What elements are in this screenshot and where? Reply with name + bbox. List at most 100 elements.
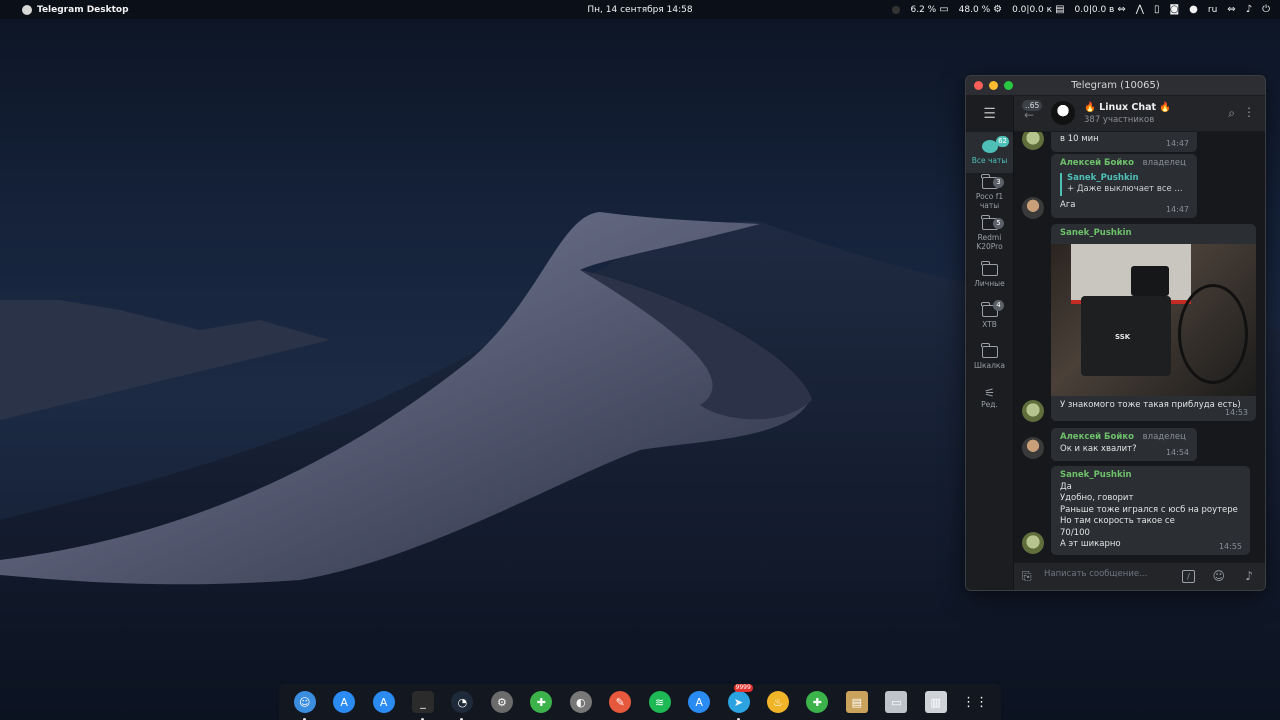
top-menu-bar: Telegram Desktop Пн, 14 сентября 14:58 6… xyxy=(0,0,1280,19)
folder-label: Личные xyxy=(974,278,1005,288)
message-time: 14:55 xyxy=(1218,541,1242,551)
dock-settings-icon[interactable]: ⚙ xyxy=(490,691,513,713)
gamepad-icon[interactable]: ● xyxy=(1189,4,1198,15)
arrow-up-icon[interactable]: ⋀ xyxy=(1136,4,1144,15)
camera-icon[interactable]: ◙ xyxy=(1169,4,1179,15)
message-bubble[interactable]: Sanek_Pushkin Да Удобно, говорит Раньше … xyxy=(1051,466,1250,555)
dock-spotify-icon[interactable]: ≋ xyxy=(648,691,671,713)
message-bubble[interactable]: Алексей Бойко владелец Sanek_Pushkin + Д… xyxy=(1051,154,1197,218)
author-role: владелец xyxy=(1142,158,1186,168)
folder-redmi-k20pro[interactable]: 5 Redmi K20Pro xyxy=(966,214,1013,255)
chat-name: 🔥 Linux Chat 🔥 xyxy=(1084,102,1172,113)
chat-avatar[interactable] xyxy=(1051,101,1075,125)
language-indicator[interactable]: ru xyxy=(1208,5,1217,15)
network-arrows-icon[interactable]: ⇔ xyxy=(1227,4,1235,15)
avatar[interactable] xyxy=(1022,532,1044,554)
message-author[interactable]: Sanek_Pushkin xyxy=(1060,470,1241,482)
message-author[interactable]: Алексей Бойко xyxy=(1060,432,1134,442)
message-line: А эт шикарно xyxy=(1060,539,1121,549)
paperclip-icon[interactable]: ⎘ xyxy=(1022,569,1032,584)
message-list[interactable]: в 10 мин 14:47 Алексей Бойко владелец Sa… xyxy=(1014,132,1265,562)
message-author-line: Алексей Бойко владелец xyxy=(1060,432,1188,444)
link-icon: ⇔ xyxy=(1117,3,1126,15)
network-value-2: 0.0|0.0 в xyxy=(1074,4,1115,15)
folder-icon xyxy=(981,342,998,358)
photo-dock-small xyxy=(1131,265,1169,296)
folder-shkalka[interactable]: Шкалка xyxy=(966,337,1013,378)
dock-monitor-icon[interactable]: ◔ xyxy=(451,691,474,720)
reply-text: + Даже выключает все ... xyxy=(1067,184,1183,194)
message-time: 14:47 xyxy=(1165,204,1189,214)
folders-sidebar: ☰ 62 Все чаты 3 Poco f1 чаты 5 Redmi K20… xyxy=(966,96,1014,590)
message-time: 14:53 xyxy=(1224,407,1248,417)
reply-quote[interactable]: Sanek_Pushkin + Даже выключает все ... xyxy=(1060,172,1188,196)
bot-commands-icon[interactable]: / xyxy=(1182,570,1195,583)
network-indicator-2[interactable]: 0.0|0.0 в ⇔ xyxy=(1074,3,1126,15)
dock-pencil-icon[interactable]: ✎ xyxy=(609,691,632,713)
microphone-icon[interactable]: ♪ xyxy=(1246,4,1252,15)
chat-members-count: 387 участников xyxy=(1084,115,1155,125)
message-author-line: Алексей Бойко владелец xyxy=(1060,158,1188,170)
power-icon[interactable]: ⏻ xyxy=(1262,4,1270,15)
folder-personal[interactable]: Личные xyxy=(966,255,1013,296)
clock[interactable]: Пн, 14 сентября 14:58 xyxy=(587,5,692,15)
dock-editor-icon[interactable]: ▤ xyxy=(845,691,868,713)
folder-all-chats[interactable]: 62 Все чаты xyxy=(966,132,1013,173)
active-app-menu[interactable]: Telegram Desktop xyxy=(22,4,129,15)
dock-disk-icon[interactable]: ▭ xyxy=(885,691,908,713)
monitor-icon: ▭ xyxy=(939,3,949,15)
memory-indicator[interactable]: 48.0 % ⚙ xyxy=(959,4,1002,15)
reply-author: Sanek_Pushkin xyxy=(1067,172,1139,183)
emoji-icon[interactable]: ☺ xyxy=(1212,569,1225,583)
cpu-indicator[interactable]: 6.2 % ▭ xyxy=(910,3,949,15)
dock-puzzle-2-icon[interactable]: ✚ xyxy=(806,691,829,713)
dock-bulb-icon[interactable]: ♨ xyxy=(766,691,789,713)
folder-poco-f1[interactable]: 3 Poco f1 чаты xyxy=(966,173,1013,214)
network-indicator-1[interactable]: 0.0|0.0 к ▤ xyxy=(1012,4,1064,15)
dock-telegram-icon[interactable]: ➤ 9999 xyxy=(727,684,753,720)
message-bubble[interactable]: Алексей Бойко владелец Ок и как хвалит? … xyxy=(1051,428,1197,461)
chat-header: ..65 ← 🔥 Linux Chat 🔥 387 участников ⌕ ⋮ xyxy=(1014,96,1265,132)
message-author[interactable]: Sanek_Pushkin xyxy=(1060,228,1247,240)
folder-badge: 5 xyxy=(993,218,1004,229)
message-bubble[interactable]: Sanek_Pushkin SSK У знакомого тоже такая… xyxy=(1051,224,1256,421)
folder-label: XTB xyxy=(982,319,997,329)
message-input[interactable] xyxy=(1044,569,1174,579)
folder-badge: 62 xyxy=(996,136,1009,147)
clipboard-icon[interactable]: ▯ xyxy=(1154,4,1160,15)
photo-brand-label: SSK xyxy=(1115,332,1131,341)
dock-finder-icon[interactable]: ☺ xyxy=(293,691,316,720)
photo-attachment[interactable]: SSK xyxy=(1051,243,1256,396)
window-titlebar[interactable]: Telegram (10065) xyxy=(966,76,1265,96)
back-arrow-icon[interactable]: ← xyxy=(1024,108,1034,122)
message-bubble[interactable]: в 10 мин 14:47 xyxy=(1051,132,1197,152)
dock-puzzle-icon[interactable]: ✚ xyxy=(530,691,553,713)
avatar[interactable] xyxy=(1022,132,1044,150)
dock-terminal-icon[interactable]: _ xyxy=(412,691,435,720)
message-time: 14:47 xyxy=(1165,138,1189,148)
dock: ☺ A A _ ◔ ⚙ ✚ ◐ ✎ ≋ A ➤ 9999 ♨ ✚ ▤ ▭ ▥ ⋮⋮ xyxy=(279,684,1001,720)
dock-trash-icon[interactable]: ▥ xyxy=(924,691,947,713)
status-dot-icon[interactable] xyxy=(892,5,901,14)
dock-app-store-2-icon[interactable]: A xyxy=(372,691,395,713)
author-role: владелец xyxy=(1142,432,1186,442)
folder-xtb[interactable]: 4 XTB xyxy=(966,296,1013,337)
avatar[interactable] xyxy=(1022,437,1044,459)
chat-info[interactable]: 🔥 Linux Chat 🔥 387 участников xyxy=(1084,102,1171,125)
more-vertical-icon[interactable]: ⋮ xyxy=(1243,105,1255,119)
avatar[interactable] xyxy=(1022,400,1044,422)
avatar[interactable] xyxy=(1022,197,1044,219)
message-line: Да xyxy=(1060,481,1072,492)
message-author[interactable]: Алексей Бойко xyxy=(1060,158,1134,168)
hamburger-menu-icon[interactable]: ☰ xyxy=(966,96,1013,132)
dock-app-store-3-icon[interactable]: A xyxy=(688,691,711,713)
cpu-value: 6.2 % xyxy=(910,4,937,15)
message-line: Раньше тоже игрался с юсб на роутере xyxy=(1060,504,1238,515)
dock-app-grid-icon[interactable]: ⋮⋮ xyxy=(962,691,988,713)
dock-toggle-icon[interactable]: ◐ xyxy=(569,691,592,713)
folder-edit[interactable]: ⚟ Ред. xyxy=(966,378,1013,419)
microphone-icon[interactable]: ♪ xyxy=(1245,569,1253,583)
message-composer: ⎘ / ☺ ♪ xyxy=(1014,562,1265,590)
dock-app-store-icon[interactable]: A xyxy=(333,691,356,713)
search-icon[interactable]: ⌕ xyxy=(1228,106,1235,121)
